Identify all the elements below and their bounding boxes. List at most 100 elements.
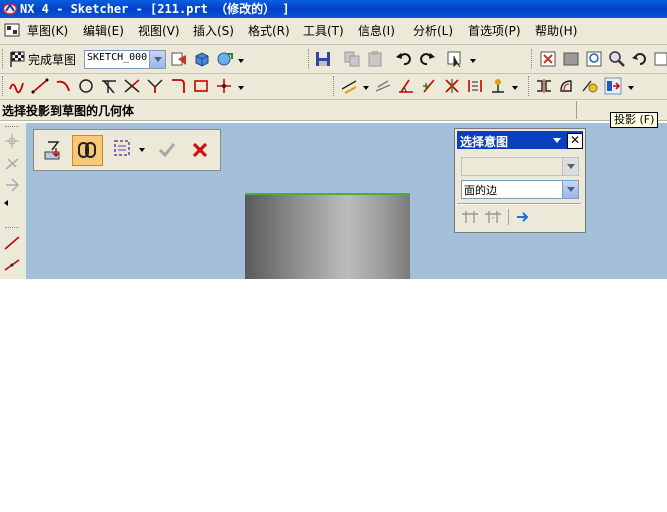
dialog-menu-chevron-icon[interactable] [553,138,561,143]
show-constraints-icon[interactable] [420,77,438,95]
menu-insert[interactable]: 插入(S) [193,22,234,39]
menu-help[interactable]: 帮助(H) [535,22,577,39]
fit-icon[interactable] [539,50,557,68]
quick-extend-icon[interactable] [146,77,164,95]
profile-icon[interactable] [8,77,26,95]
toolbar-grip[interactable] [333,76,336,96]
associative-toggle-button[interactable] [72,135,103,166]
sketch-constraint-icon[interactable] [4,177,20,193]
arc-icon[interactable] [54,77,72,95]
chain-link-icon [78,142,96,158]
project-tooltip: 投影 (F) [610,112,659,128]
more-dropdown-icon[interactable] [470,59,476,63]
menu-sketch[interactable]: 草图(K) [27,22,68,39]
menu-format[interactable]: 格式(R) [248,22,290,39]
circle-icon[interactable] [77,77,95,95]
chevron-down-icon [562,158,578,175]
line-tool-icon[interactable] [3,235,21,251]
menu-preferences[interactable]: 首选项(P) [468,22,521,39]
toolbar-grip[interactable] [531,49,534,69]
rectangle-icon[interactable] [192,77,210,95]
toolbar-grip[interactable] [5,227,19,229]
select-filter-icon[interactable] [446,50,464,68]
cue-bar: 选择投影到草图的几何体 [0,100,667,121]
auto-constrain-icon[interactable] [397,77,415,95]
menu-edit[interactable]: 编辑(E) [83,22,124,39]
line-icon[interactable] [31,77,49,95]
chevron-down-icon[interactable] [139,148,145,152]
polyline-tool-icon[interactable] [3,256,21,272]
remove-constraints-icon[interactable] [443,77,461,95]
sketch-name-value: SKETCH_000 [87,52,148,63]
dimension-icon[interactable] [340,77,358,95]
offset-curve-icon[interactable] [558,77,576,95]
title-bar: NX 4 - Sketcher - [211.prt （修改的） ] [0,0,667,18]
pan-icon[interactable] [654,50,667,68]
toolbar-grip[interactable] [2,49,5,69]
cylinder-top-edge[interactable] [245,193,410,195]
cancel-x-icon[interactable] [190,140,210,160]
menu-tools[interactable]: 工具(T) [303,22,344,39]
zoom-icon[interactable] [608,50,626,68]
dialog-title: 选择意图 [460,135,509,149]
more-dropdown-icon[interactable] [363,86,369,90]
finish-sketch-flag-icon[interactable] [8,50,26,68]
collapse-left-icon[interactable] [4,200,8,206]
snap-point-icon[interactable] [4,133,20,149]
rotate-icon[interactable] [631,50,649,68]
chevron-down-icon[interactable] [149,51,165,68]
follow-fillet-icon[interactable] [484,209,502,225]
ok-check-icon[interactable] [157,140,177,160]
zoom-area-icon[interactable] [585,50,603,68]
output-curve-type-icon[interactable] [112,138,134,160]
projection-selection-toolbar [33,129,221,171]
toolbar-grip[interactable] [308,49,311,69]
window-title: NX 4 - Sketcher - [211.prt （修改的） ] [20,2,290,16]
derived-line-icon[interactable] [100,77,118,95]
paste-icon[interactable] [366,50,384,68]
curve-rule-select[interactable]: 面的边 [461,180,579,199]
edit-curve-icon[interactable] [581,77,599,95]
point-icon[interactable] [215,77,233,95]
undo-icon[interactable] [395,50,413,68]
sketch-orient-icon[interactable] [170,50,188,68]
close-icon[interactable]: ✕ [567,133,583,149]
more-dropdown-icon[interactable] [238,59,244,63]
stop-at-intersection-icon[interactable] [461,209,479,225]
dialog-title-bar[interactable]: 选择意图 ✕ [457,131,583,149]
toolbar-row-2 [0,74,667,100]
more-dropdown-icon[interactable] [238,86,244,90]
zoom-window-icon[interactable] [562,50,580,68]
more-dropdown-icon[interactable] [628,86,634,90]
sketch-name-select[interactable]: SKETCH_000 [84,50,166,69]
dialog-divider [457,203,581,205]
toolbar-grip[interactable] [5,126,19,128]
constraints-icon[interactable] [374,77,392,95]
redo-icon[interactable] [418,50,436,68]
menu-view[interactable]: 视图(V) [138,22,180,39]
project-curve-select-icon[interactable] [42,138,66,162]
arrow-right-icon[interactable] [515,210,531,224]
toolbar-grip[interactable] [528,76,531,96]
chevron-down-icon[interactable] [562,181,578,198]
fillet-icon[interactable] [169,77,187,95]
dialog-toolbar-separator [508,209,509,225]
intent-rule-select [461,157,579,176]
menu-analysis[interactable]: 分析(L) [413,22,453,39]
project-icon[interactable] [604,77,622,95]
finish-sketch-button[interactable]: 完成草图 [28,51,76,68]
update-model-icon[interactable] [216,50,234,68]
alternate-solution-icon[interactable] [489,77,507,95]
more-dropdown-icon[interactable] [512,86,518,90]
menu-bar: 草图(K) 编辑(E) 视图(V) 插入(S) 格式(R) 工具(T) 信息(I… [0,18,667,45]
inference-icon[interactable] [4,155,20,171]
cylinder-solid[interactable] [245,194,410,279]
toolbar-grip[interactable] [2,76,5,96]
menu-information[interactable]: 信息(I) [358,22,395,39]
copy-icon[interactable] [343,50,361,68]
reattach-sketch-icon[interactable] [193,50,211,68]
convert-reference-icon[interactable] [466,77,484,95]
quick-trim-icon[interactable] [123,77,141,95]
mirror-icon[interactable] [535,77,553,95]
save-icon[interactable] [314,50,332,68]
